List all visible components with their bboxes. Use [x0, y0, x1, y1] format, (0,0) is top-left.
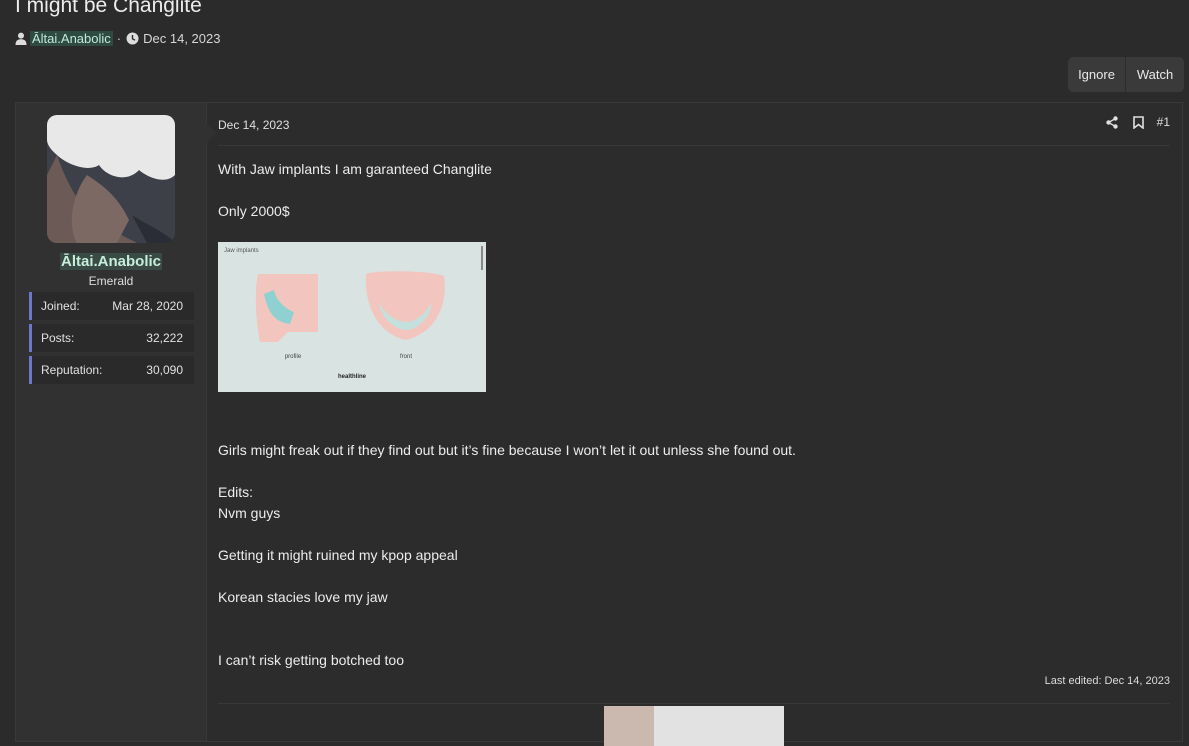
post-username-text[interactable]: Āltai.Anabolic	[59, 253, 162, 270]
user-title: Emerald	[88, 274, 134, 288]
post-line: Edits:	[218, 484, 254, 500]
stat-label: Joined:	[41, 299, 80, 313]
post-line: Getting it might ruined my kpop appeal	[218, 547, 458, 563]
label-front: front	[400, 354, 412, 360]
thumbnail-image[interactable]	[604, 706, 784, 746]
stat-value: Mar 28, 2020	[112, 299, 183, 313]
avatar[interactable]	[47, 115, 175, 243]
post-username[interactable]: Āltai.Anabolic	[16, 253, 206, 270]
post-number-link[interactable]: #1	[1157, 115, 1170, 129]
stat-reputation: Reputation: 30,090	[29, 356, 194, 384]
stat-value: 32,222	[146, 331, 183, 345]
post-line: Nvm guys	[218, 505, 281, 521]
bookmark-icon[interactable]	[1132, 115, 1144, 129]
jaw-implant-image[interactable]: Jaw implants profile front healthline	[218, 242, 486, 392]
share-icon[interactable]	[1105, 115, 1118, 129]
post-line: I can’t risk getting botched too	[218, 652, 404, 668]
clock-icon	[126, 32, 139, 45]
stat-joined: Joined: Mar 28, 2020	[29, 292, 194, 320]
user-icon	[15, 32, 27, 45]
label-profile: profile	[285, 354, 302, 360]
thread-date[interactable]: Dec 14, 2023	[143, 31, 220, 46]
meta-separator: ·	[116, 30, 122, 46]
post-line: Girls might freak out if they find out b…	[218, 442, 796, 458]
post-line: With Jaw implants I am garanteed Changli…	[218, 161, 492, 177]
stat-posts: Posts: 32,222	[29, 324, 194, 352]
post-actions: #1	[1091, 115, 1170, 129]
stat-label: Posts:	[41, 331, 75, 345]
stat-label: Reputation:	[41, 363, 103, 377]
thread-author-link[interactable]: Āltai.Anabolic	[30, 30, 113, 46]
thread-meta: Āltai.Anabolic · Dec 14, 2023	[15, 29, 220, 47]
user-panel-arrow	[206, 123, 216, 143]
post-line: Only 2000$	[218, 203, 290, 219]
post-header-divider	[218, 145, 1170, 146]
post-user-panel: Āltai.Anabolic Emerald Joined: Mar 28, 2…	[16, 103, 207, 741]
thread-title: I might be Changlite	[15, 0, 202, 17]
post-line: Korean stacies love my jaw	[218, 589, 388, 605]
last-edited: Last edited: Dec 14, 2023	[1044, 675, 1170, 687]
attachment-caption: Jaw implants	[224, 248, 259, 254]
post-main: Dec 14, 2023 #1 With Jaw implants I am g…	[218, 103, 1170, 746]
post: Āltai.Anabolic Emerald Joined: Mar 28, 2…	[15, 102, 1183, 746]
thread-actions: Ignore Watch	[1068, 57, 1184, 92]
post-date[interactable]: Dec 14, 2023	[218, 118, 289, 132]
brand-healthline: healthline	[338, 374, 367, 380]
stat-value: 30,090	[146, 363, 183, 377]
watch-button[interactable]: Watch	[1126, 57, 1184, 92]
post-footer-divider	[218, 703, 1170, 704]
ignore-button[interactable]: Ignore	[1068, 57, 1126, 92]
